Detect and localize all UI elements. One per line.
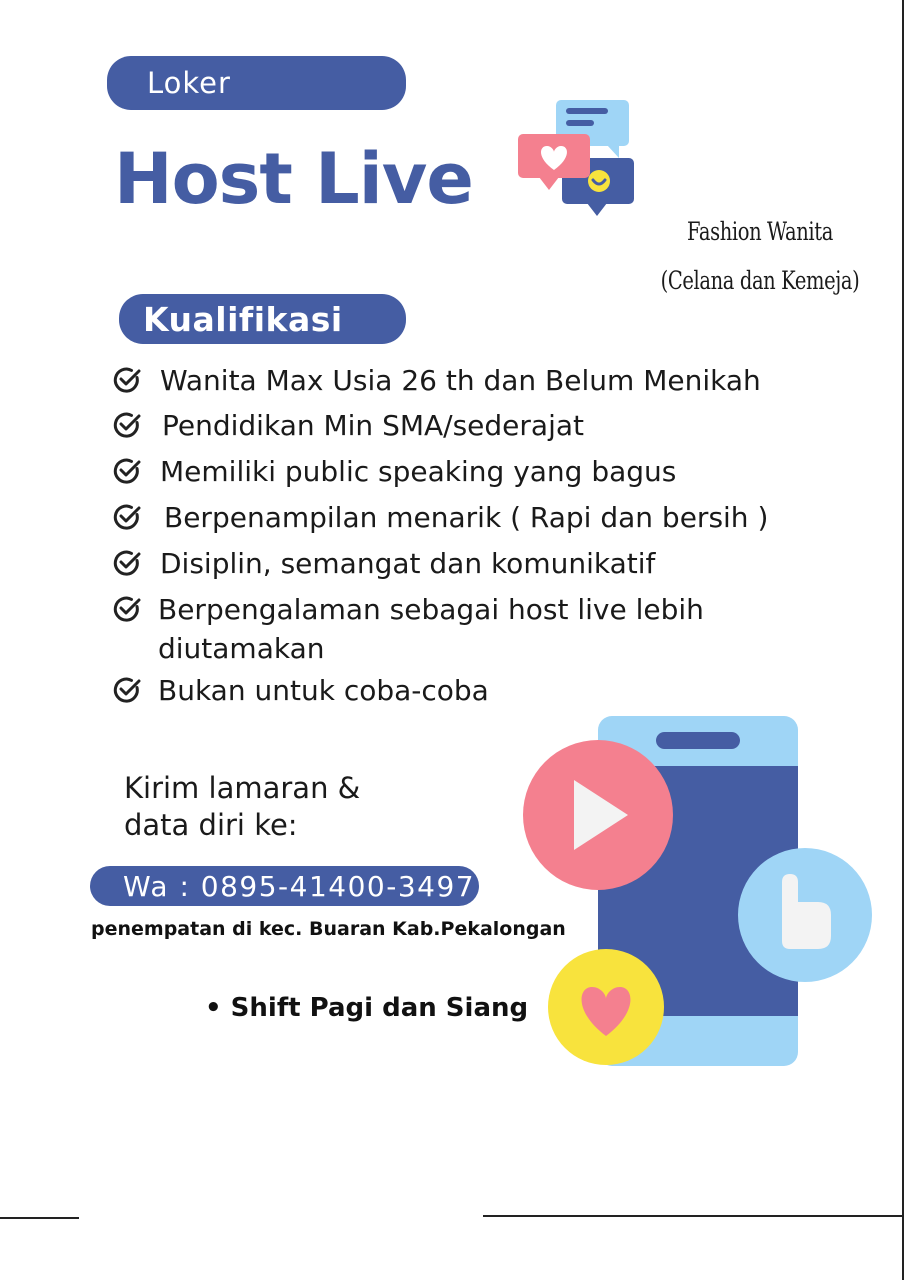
page-edge-line	[902, 0, 904, 1280]
qualification-text: Pendidikan Min SMA/sederajat	[162, 409, 584, 442]
check-circle-icon	[113, 412, 141, 438]
page-title: Host Live	[114, 138, 474, 220]
kualifikasi-heading-label: Kualifikasi	[143, 299, 343, 339]
loker-tag-label: Loker	[147, 66, 231, 100]
bottom-divider-right	[483, 1215, 903, 1217]
whatsapp-number: Wa : 0895-41400-3497	[123, 869, 476, 903]
kualifikasi-heading: Kualifikasi	[119, 294, 406, 344]
check-circle-icon	[113, 677, 141, 703]
list-item: Berpengalaman sebagai host live lebih diu…	[112, 590, 832, 668]
placement-text: penempatan di kec. Buaran Kab.Pekalongan	[91, 918, 566, 940]
fashion-category: Fashion Wanita	[687, 217, 833, 246]
contact-intro: Kirim lamaran & data diri ke:	[124, 770, 360, 844]
list-item: Disiplin, semangat dan komunikatif	[112, 544, 832, 583]
contact-intro-line2: data diri ke:	[124, 808, 298, 842]
list-item: Bukan untuk coba-coba	[112, 671, 832, 710]
list-item: Memiliki public speaking yang bagus	[112, 452, 832, 491]
shift-text: • Shift Pagi dan Siang	[205, 993, 529, 1023]
contact-intro-line1: Kirim lamaran &	[124, 771, 361, 805]
list-item: Pendidikan Min SMA/sederajat	[112, 406, 832, 445]
qualification-text: Berpenampilan menarik ( Rapi dan bersih …	[164, 501, 769, 534]
check-circle-icon	[113, 367, 141, 393]
check-circle-icon	[113, 458, 141, 484]
qualification-text-line1: Berpengalaman sebagai host live lebih	[158, 593, 704, 626]
list-item: Wanita Max Usia 26 th dan Belum Menikah	[112, 361, 832, 400]
smartphone-illustration	[523, 716, 872, 1066]
check-circle-icon	[113, 550, 141, 576]
bottom-divider-left	[0, 1217, 79, 1219]
qualification-text: Memiliki public speaking yang bagus	[160, 455, 677, 488]
loker-tag: Loker	[107, 56, 406, 110]
fashion-subcategory: (Celana dan Kemeja)	[660, 266, 860, 295]
phone-speaker	[656, 732, 740, 749]
qualification-text: Wanita Max Usia 26 th dan Belum Menikah	[160, 364, 761, 397]
qualification-text: Bukan untuk coba-coba	[158, 674, 489, 707]
qualification-text-line2: diutamakan	[158, 632, 325, 665]
list-item: Berpenampilan menarik ( Rapi dan bersih …	[112, 498, 832, 537]
qualification-text: Disiplin, semangat dan komunikatif	[160, 547, 656, 580]
qualification-text: Berpengalaman sebagai host live lebih diu…	[158, 590, 704, 668]
chat-bubbles-icon	[518, 100, 634, 216]
whatsapp-contact[interactable]: Wa : 0895-41400-3497	[90, 866, 479, 906]
check-circle-icon	[113, 504, 141, 530]
check-circle-icon	[113, 596, 141, 622]
